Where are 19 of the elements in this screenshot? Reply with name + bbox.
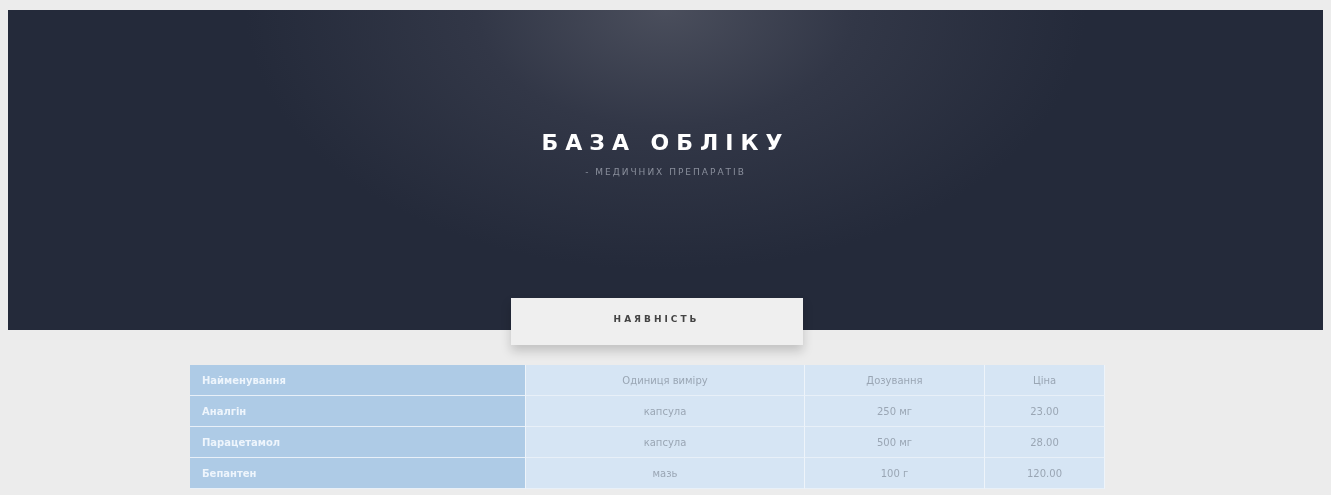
- table-cell: 100 г: [805, 458, 985, 489]
- table-cell: 500 мг: [805, 427, 985, 458]
- column-header: Найменування: [190, 365, 526, 396]
- table-cell: 23.00: [985, 396, 1105, 427]
- table-cell: капсула: [526, 396, 805, 427]
- column-header: Дозування: [805, 365, 985, 396]
- page-title: БАЗА ОБЛІКУ: [541, 130, 790, 155]
- column-header: Одиниця виміру: [526, 365, 805, 396]
- table-cell: капсула: [526, 427, 805, 458]
- table-cell: Аналгін: [190, 396, 526, 427]
- column-header: Ціна: [985, 365, 1105, 396]
- table-cell: 120.00: [985, 458, 1105, 489]
- table-cell: 28.00: [985, 427, 1105, 458]
- table-cell: 250 мг: [805, 396, 985, 427]
- table-cell: Парацетамол: [190, 427, 526, 458]
- table-cell: Бепантен: [190, 458, 526, 489]
- section-tab[interactable]: НАЯВНІСТЬ: [510, 298, 803, 345]
- table-cell: мазь: [526, 458, 805, 489]
- page-subtitle: - МЕДИЧНИХ ПРЕПАРАТІВ: [585, 167, 746, 177]
